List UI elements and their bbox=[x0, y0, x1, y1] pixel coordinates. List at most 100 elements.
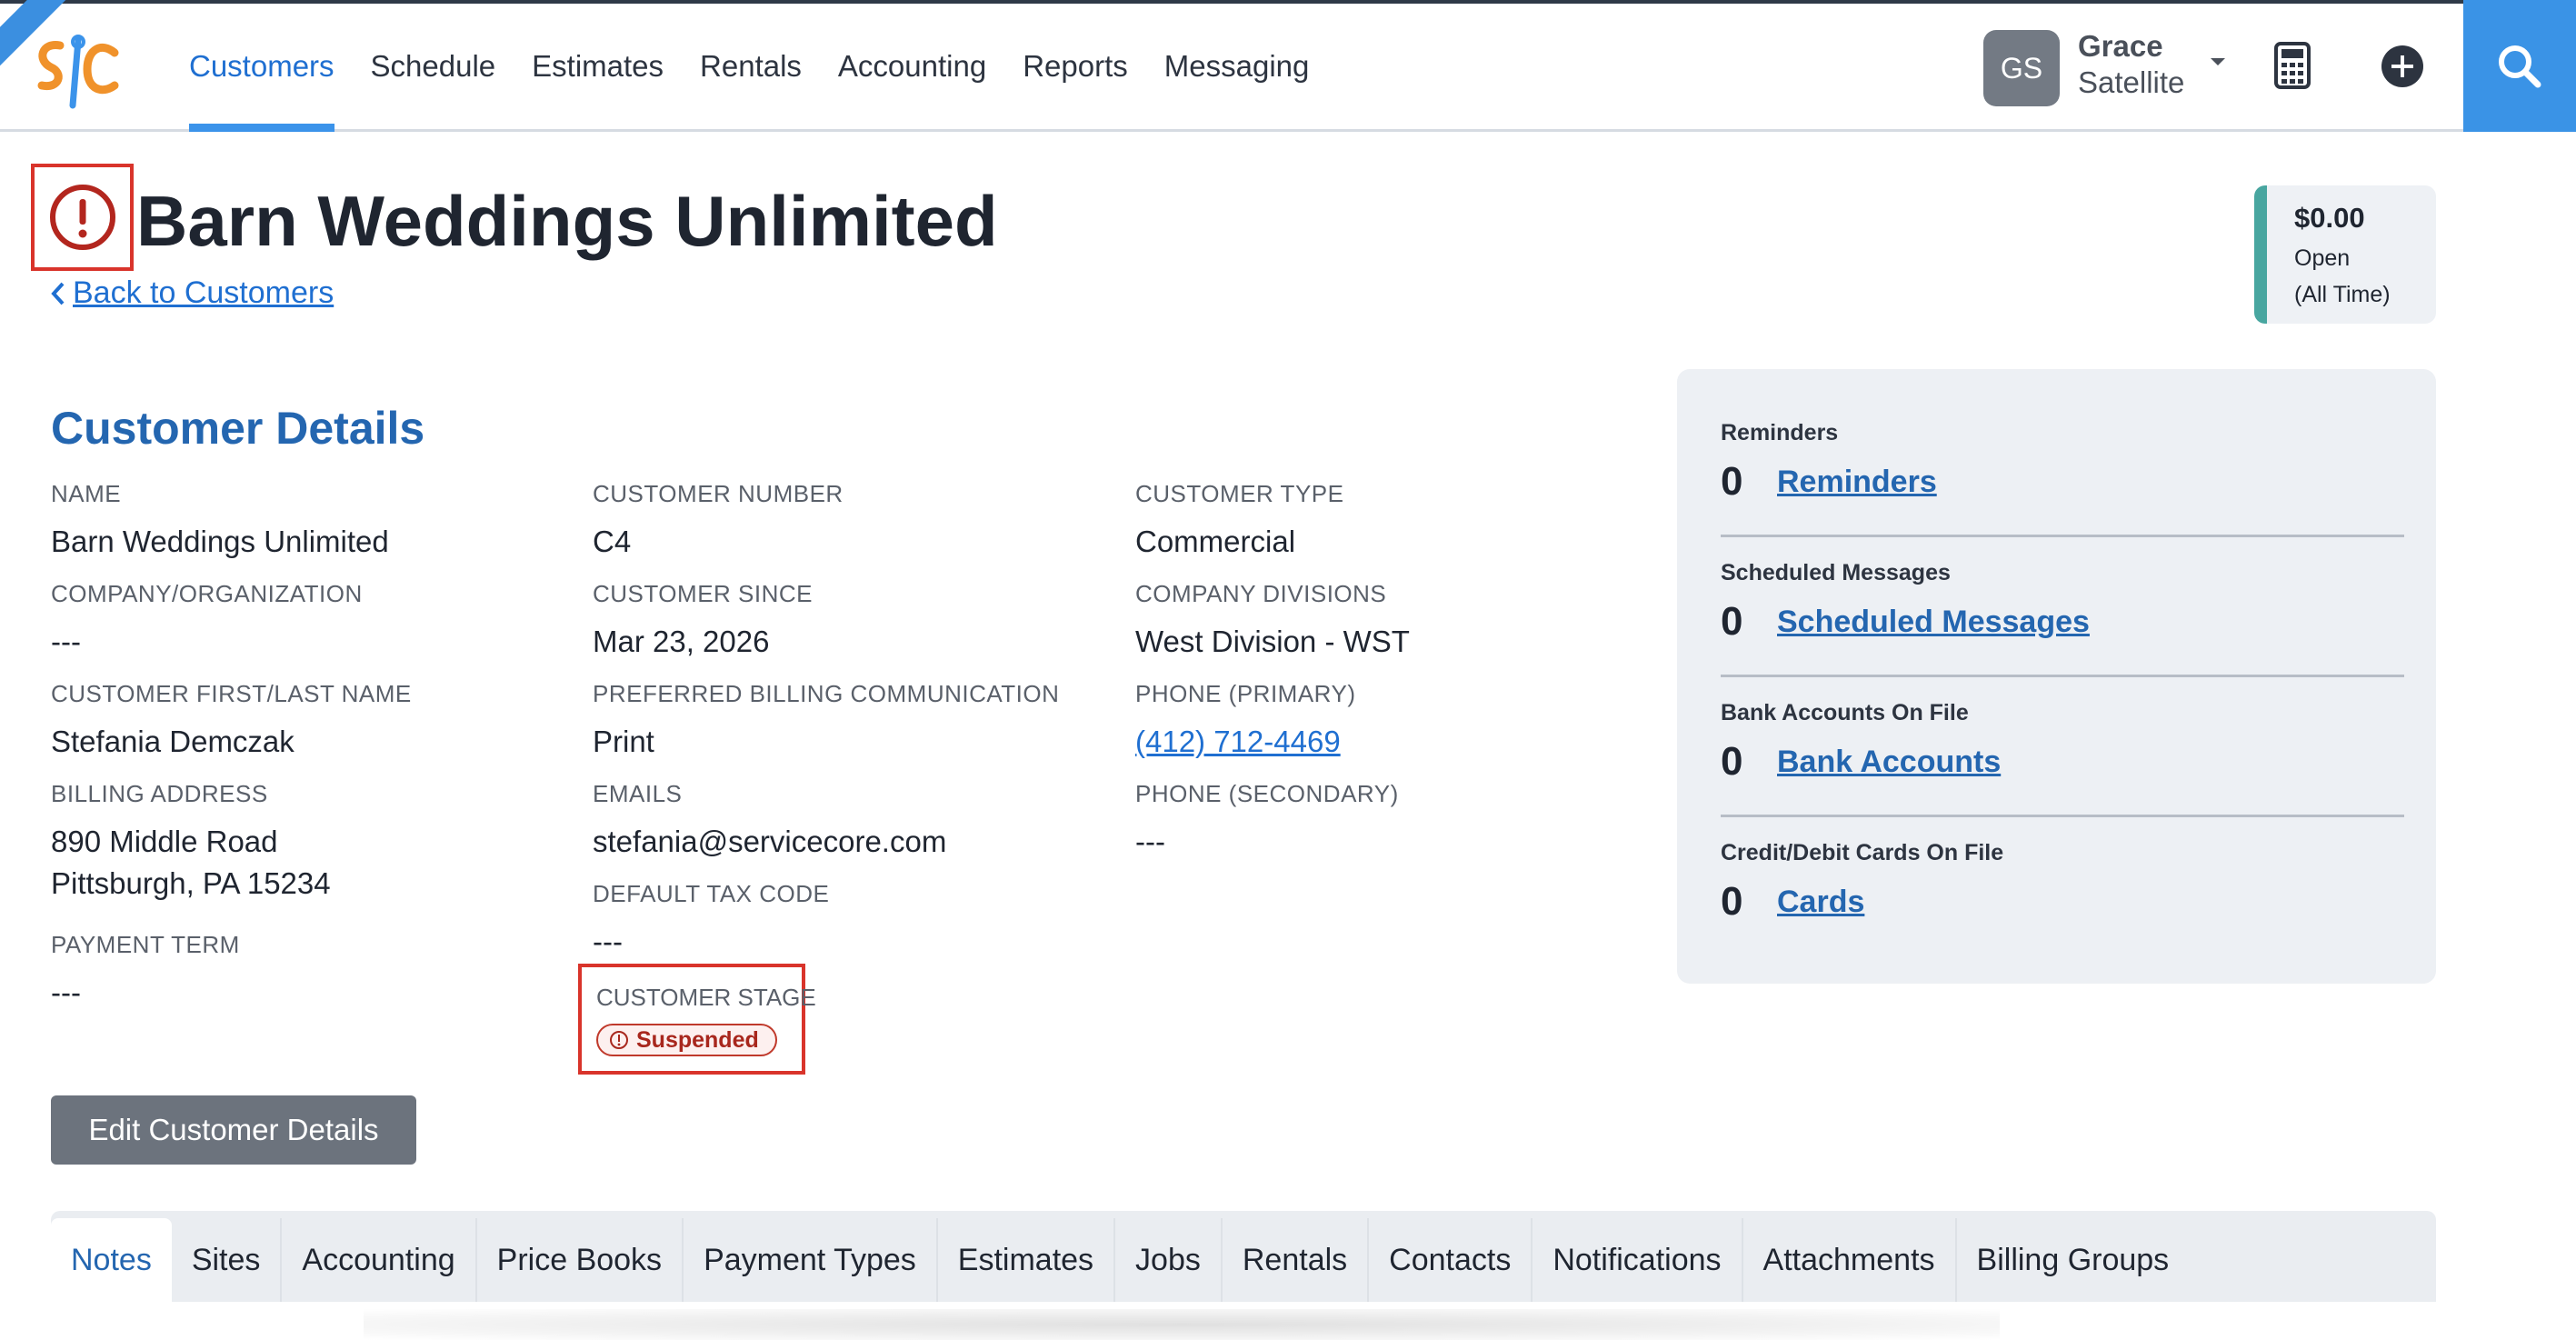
field-label: CUSTOMER FIRST/LAST NAME bbox=[51, 680, 412, 707]
tab-rentals[interactable]: Rentals bbox=[1223, 1218, 1370, 1302]
field-label: BILLING ADDRESS bbox=[51, 780, 268, 807]
alert-highlight bbox=[31, 164, 134, 271]
reminders-link[interactable]: Reminders bbox=[1777, 465, 1937, 500]
add-circle-icon[interactable] bbox=[2380, 44, 2425, 89]
alert-circle-icon bbox=[610, 1031, 628, 1049]
tab-accounting[interactable]: Accounting bbox=[282, 1218, 477, 1302]
field-first-last-name: CUSTOMER FIRST/LAST NAME Stefania Demcza… bbox=[51, 680, 412, 763]
app-logo[interactable] bbox=[33, 33, 120, 111]
field-value: --- bbox=[51, 625, 81, 658]
scheduled-messages-link[interactable]: Scheduled Messages bbox=[1777, 605, 2090, 640]
field-billing-address: BILLING ADDRESS 890 Middle Road Pittsbur… bbox=[51, 780, 331, 905]
field-value: Mar 23, 2026 bbox=[593, 625, 770, 658]
bank-accounts-block: Bank Accounts On File 0 Bank Accounts bbox=[1721, 700, 2404, 785]
reminders-count: 0 bbox=[1721, 459, 1743, 504]
tab-notifications[interactable]: Notifications bbox=[1533, 1218, 1743, 1302]
tab-attachments[interactable]: Attachments bbox=[1743, 1218, 1957, 1302]
tab-jobs[interactable]: Jobs bbox=[1115, 1218, 1223, 1302]
cards-label: Credit/Debit Cards On File bbox=[1721, 840, 2004, 865]
customer-summary-panel: Reminders 0 Reminders Scheduled Messages… bbox=[1677, 369, 2436, 984]
user-last-name[interactable]: Satellite bbox=[2078, 65, 2184, 100]
phone-primary-link[interactable]: (412) 712-4469 bbox=[1135, 721, 1356, 763]
field-value: Barn Weddings Unlimited bbox=[51, 525, 389, 558]
alert-circle-icon bbox=[49, 185, 115, 250]
reminders-block: Reminders 0 Reminders bbox=[1721, 420, 2404, 505]
top-navbar: Customers Schedule Estimates Rentals Acc… bbox=[0, 0, 2576, 132]
field-customer-type: CUSTOMER TYPE Commercial bbox=[1135, 480, 1343, 563]
field-value: C4 bbox=[593, 525, 632, 558]
field-label: CUSTOMER NUMBER bbox=[593, 480, 844, 507]
field-name: NAME Barn Weddings Unlimited bbox=[51, 480, 389, 563]
balance-range: (All Time) bbox=[2294, 282, 2391, 307]
tab-payment-types[interactable]: Payment Types bbox=[684, 1218, 938, 1302]
bank-accounts-count: 0 bbox=[1721, 739, 1743, 784]
nav-schedule[interactable]: Schedule bbox=[371, 0, 496, 132]
tab-contacts[interactable]: Contacts bbox=[1369, 1218, 1533, 1302]
bank-accounts-label: Bank Accounts On File bbox=[1721, 700, 1969, 725]
balance-status: Open bbox=[2294, 245, 2351, 271]
scheduled-messages-count: 0 bbox=[1721, 599, 1743, 644]
field-value: West Division - WST bbox=[1135, 625, 1410, 658]
field-value: Print bbox=[593, 725, 654, 758]
field-label: DEFAULT TAX CODE bbox=[593, 880, 830, 907]
back-to-customers-link[interactable]: Back to Customers bbox=[51, 275, 334, 311]
nav-accounting[interactable]: Accounting bbox=[838, 0, 986, 132]
balance-amount: $0.00 bbox=[2294, 202, 2365, 234]
customer-detail-page: Customers Schedule Estimates Rentals Acc… bbox=[0, 0, 2576, 1340]
nav-customers[interactable]: Customers bbox=[189, 0, 334, 132]
caret-down-icon[interactable] bbox=[2207, 53, 2229, 71]
field-billing-communication: PREFERRED BILLING COMMUNICATION Print bbox=[593, 680, 1059, 763]
field-tax-code: DEFAULT TAX CODE --- bbox=[593, 880, 829, 963]
nav-messaging[interactable]: Messaging bbox=[1164, 0, 1310, 132]
scheduled-messages-label: Scheduled Messages bbox=[1721, 560, 1951, 585]
calculator-icon[interactable] bbox=[2274, 42, 2311, 89]
field-value: stefania@servicecore.com bbox=[593, 825, 947, 858]
field-label: CUSTOMER TYPE bbox=[1135, 480, 1344, 507]
address-line-2: Pittsburgh, PA 15234 bbox=[51, 866, 331, 900]
field-payment-term: PAYMENT TERM --- bbox=[51, 931, 240, 1014]
tab-sites[interactable]: Sites bbox=[172, 1218, 283, 1302]
nav-reports[interactable]: Reports bbox=[1023, 0, 1128, 132]
edit-customer-details-button[interactable]: Edit Customer Details bbox=[51, 1095, 416, 1165]
field-label: COMPANY/ORGANIZATION bbox=[51, 580, 363, 607]
field-company-divisions: COMPANY DIVISIONS West Division - WST bbox=[1135, 580, 1410, 663]
back-link-label[interactable]: Back to Customers bbox=[73, 275, 334, 311]
divider bbox=[1721, 815, 2404, 817]
cards-count: 0 bbox=[1721, 879, 1743, 924]
field-value: Stefania Demczak bbox=[51, 725, 295, 758]
field-value: --- bbox=[51, 975, 81, 1009]
field-value: --- bbox=[1135, 825, 1165, 858]
scheduled-messages-block: Scheduled Messages 0 Scheduled Messages bbox=[1721, 560, 2404, 645]
field-label: PHONE (PRIMARY) bbox=[1135, 680, 1356, 707]
user-avatar[interactable]: GS bbox=[1983, 30, 2060, 106]
field-label: PHONE (SECONDARY) bbox=[1135, 780, 1399, 807]
tab-estimates[interactable]: Estimates bbox=[938, 1218, 1116, 1302]
cards-block: Credit/Debit Cards On File 0 Cards bbox=[1721, 840, 2404, 925]
nav-estimates[interactable]: Estimates bbox=[532, 0, 664, 132]
page-title: Barn Weddings Unlimited bbox=[136, 181, 998, 261]
content-shadow bbox=[364, 1309, 2000, 1340]
open-balance-card: $0.00 Open (All Time) bbox=[2254, 185, 2436, 324]
field-phone-primary: PHONE (PRIMARY) (412) 712-4469 bbox=[1135, 680, 1356, 763]
cards-link[interactable]: Cards bbox=[1777, 885, 1864, 920]
tab-notes[interactable]: Notes bbox=[51, 1218, 172, 1302]
customer-stage-highlight: CUSTOMER STAGE Suspended bbox=[578, 964, 816, 1075]
field-label: COMPANY DIVISIONS bbox=[1135, 580, 1387, 607]
search-icon bbox=[2499, 45, 2541, 87]
search-button[interactable] bbox=[2463, 0, 2576, 132]
bank-accounts-link[interactable]: Bank Accounts bbox=[1777, 745, 2001, 780]
field-label: CUSTOMER SINCE bbox=[593, 580, 813, 607]
chevron-left-icon bbox=[51, 282, 65, 305]
user-first-name[interactable]: Grace bbox=[2078, 29, 2163, 64]
tab-billing-groups[interactable]: Billing Groups bbox=[1957, 1218, 2190, 1302]
field-label: NAME bbox=[51, 480, 122, 507]
field-company: COMPANY/ORGANIZATION --- bbox=[51, 580, 363, 663]
tab-price-books[interactable]: Price Books bbox=[477, 1218, 684, 1302]
nav-rentals[interactable]: Rentals bbox=[700, 0, 802, 132]
divider bbox=[1721, 675, 2404, 677]
main-nav: Customers Schedule Estimates Rentals Acc… bbox=[189, 0, 1345, 132]
status-badge: Suspended bbox=[596, 1024, 777, 1056]
field-label: PAYMENT TERM bbox=[51, 931, 240, 958]
status-badge-label: Suspended bbox=[636, 1026, 759, 1053]
field-value: Commercial bbox=[1135, 525, 1296, 558]
